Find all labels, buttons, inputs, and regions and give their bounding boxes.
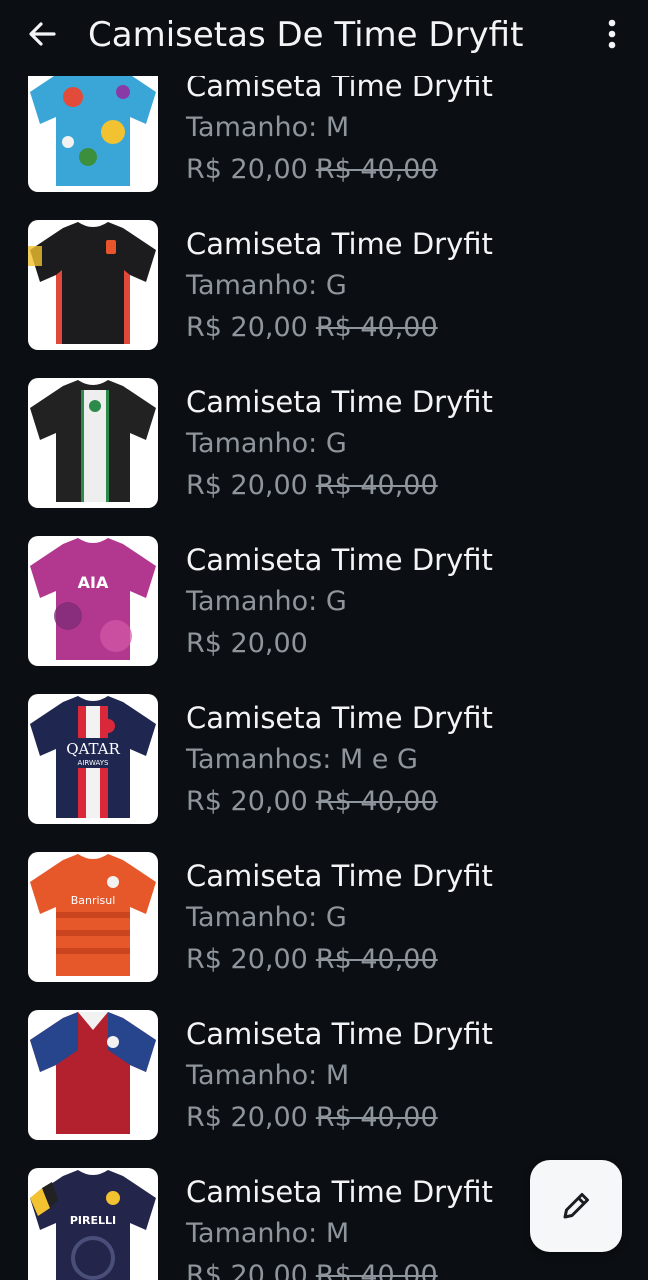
product-image <box>28 378 158 508</box>
product-item[interactable]: Banrisul Camiseta Time Dryfit Tamanho: G… <box>0 852 648 1010</box>
product-size: Tamanho: M <box>186 112 350 143</box>
product-item[interactable]: Camiseta Time Dryfit Tamanho: M R$ 20,00… <box>0 62 648 220</box>
product-price-row: R$ 20,00 R$ 40,00 <box>186 310 438 346</box>
product-price: R$ 20,00 <box>186 154 308 185</box>
sponsor-logo-subtext: AIRWAYS <box>78 759 109 767</box>
product-price: R$ 20,00 <box>186 312 308 343</box>
back-button[interactable] <box>22 14 62 54</box>
product-old-price: R$ 40,00 <box>315 944 438 975</box>
product-image: QATAR AIRWAYS <box>28 694 158 824</box>
product-list[interactable]: Camiseta Time Dryfit Tamanho: M R$ 20,00… <box>0 62 648 1280</box>
product-title: Camiseta Time Dryfit <box>186 1017 493 1051</box>
product-image: AIA <box>28 536 158 666</box>
product-title: Camiseta Time Dryfit <box>186 1175 493 1209</box>
product-item[interactable]: Camiseta Time Dryfit Tamanho: G R$ 20,00… <box>0 220 648 378</box>
sponsor-logo: Banrisul <box>71 894 116 907</box>
app-bar: Camisetas De Time Dryfit <box>0 0 648 76</box>
product-title: Camiseta Time Dryfit <box>186 859 493 893</box>
product-item[interactable]: Camiseta Time Dryfit Tamanho: M R$ 20,00… <box>0 1010 648 1168</box>
product-price-row: R$ 20,00 R$ 40,00 <box>186 1100 438 1136</box>
pencil-icon <box>563 1193 589 1219</box>
product-old-price: R$ 40,00 <box>315 786 438 817</box>
product-old-price: R$ 40,00 <box>315 312 438 343</box>
product-size: Tamanho: G <box>186 428 347 459</box>
overflow-menu-button[interactable] <box>596 14 628 54</box>
product-size: Tamanho: M <box>186 1060 350 1091</box>
product-price: R$ 20,00 <box>186 470 308 501</box>
product-price: R$ 20,00 <box>186 944 308 975</box>
more-vertical-icon <box>608 19 616 49</box>
product-item[interactable]: AIA Camiseta Time Dryfit Tamanho: G R$ 2… <box>0 536 648 694</box>
product-item[interactable]: QATAR AIRWAYS Camiseta Time Dryfit Taman… <box>0 694 648 852</box>
product-size: Tamanho: G <box>186 586 347 617</box>
product-price-row: R$ 20,00 R$ 40,00 <box>186 468 438 504</box>
product-price-row: R$ 20,00 <box>186 626 308 662</box>
product-image: PIRELLI <box>28 1168 158 1280</box>
product-item[interactable]: Camiseta Time Dryfit Tamanho: G R$ 20,00… <box>0 378 648 536</box>
product-image <box>28 220 158 350</box>
product-price: R$ 20,00 <box>186 1260 308 1280</box>
product-title: Camiseta Time Dryfit <box>186 543 493 577</box>
arrow-left-icon <box>29 22 56 46</box>
product-image: Banrisul <box>28 852 158 982</box>
edit-fab-button[interactable] <box>530 1160 622 1252</box>
product-size: Tamanho: M <box>186 1218 350 1249</box>
product-price-row: R$ 20,00 R$ 40,00 <box>186 152 438 188</box>
product-size: Tamanho: G <box>186 902 347 933</box>
product-price-row: R$ 20,00 R$ 40,00 <box>186 1258 438 1280</box>
product-price: R$ 20,00 <box>186 1102 308 1133</box>
product-old-price: R$ 40,00 <box>315 1260 438 1280</box>
product-price-row: R$ 20,00 R$ 40,00 <box>186 942 438 978</box>
product-old-price: R$ 40,00 <box>315 154 438 185</box>
product-size: Tamanhos: M e G <box>186 744 418 775</box>
product-title: Camiseta Time Dryfit <box>186 385 493 419</box>
product-size: Tamanho: G <box>186 270 347 301</box>
product-price-row: R$ 20,00 R$ 40,00 <box>186 784 438 820</box>
product-price: R$ 20,00 <box>186 786 308 817</box>
product-image <box>28 62 158 192</box>
page-title: Camisetas De Time Dryfit <box>88 15 524 55</box>
product-price: R$ 20,00 <box>186 628 308 659</box>
sponsor-logo: QATAR <box>66 740 120 758</box>
product-old-price: R$ 40,00 <box>315 470 438 501</box>
sponsor-logo: PIRELLI <box>70 1214 116 1227</box>
product-title: Camiseta Time Dryfit <box>186 701 493 735</box>
product-title: Camiseta Time Dryfit <box>186 227 493 261</box>
product-old-price: R$ 40,00 <box>315 1102 438 1133</box>
sponsor-logo: AIA <box>78 573 109 592</box>
product-image <box>28 1010 158 1140</box>
